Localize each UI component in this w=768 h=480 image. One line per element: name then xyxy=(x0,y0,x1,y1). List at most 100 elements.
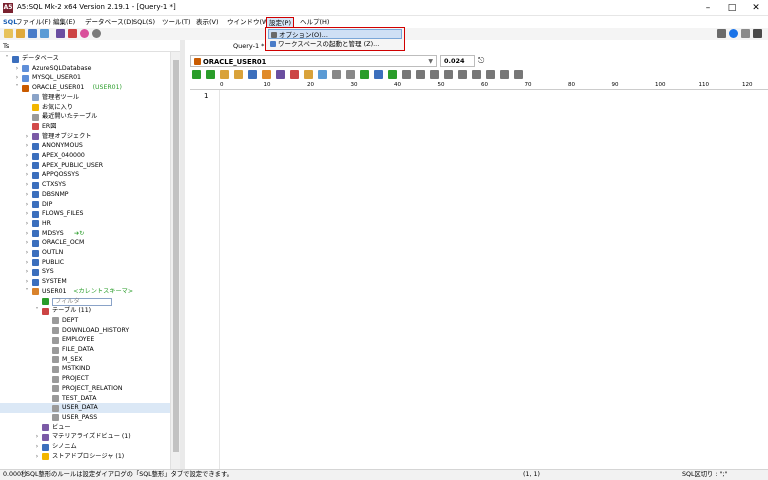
tree-item[interactable]: › ORACLE_OCM xyxy=(0,238,170,248)
tree-item[interactable]: PROJECT_RELATION xyxy=(0,384,170,394)
filter-input[interactable]: フィルタ xyxy=(52,297,112,306)
menu-edit[interactable]: 編集(E) xyxy=(51,17,77,28)
tree-item[interactable]: DEPT xyxy=(0,316,170,326)
connect-icon[interactable] xyxy=(56,29,65,38)
chevron-right-icon[interactable]: › xyxy=(24,238,30,248)
tree-item[interactable]: FILE_DATA xyxy=(0,345,170,355)
menu-view[interactable]: 表示(V) xyxy=(194,17,221,28)
chevron-right-icon[interactable]: › xyxy=(24,151,30,161)
tree-item[interactable]: › シノニム xyxy=(0,442,170,452)
save-icon[interactable] xyxy=(28,29,37,38)
tree-item[interactable]: › PUBLIC xyxy=(0,258,170,268)
chevron-right-icon[interactable]: › xyxy=(24,258,30,268)
minimize-button[interactable]: – xyxy=(696,0,720,16)
menu-tools[interactable]: ツール(T) xyxy=(160,17,193,28)
menu-sql[interactable]: SQL(S) xyxy=(131,17,157,28)
stop-icon[interactable] xyxy=(234,70,243,79)
chevron-right-icon[interactable]: › xyxy=(24,219,30,229)
record-icon[interactable] xyxy=(80,29,89,38)
redo-icon[interactable] xyxy=(346,70,355,79)
chevron-right-icon[interactable]: › xyxy=(24,229,30,239)
settings-icon[interactable] xyxy=(92,29,101,38)
tree-item[interactable]: › マテリアライズドビュー (1) xyxy=(0,432,170,442)
chevron-down-icon[interactable]: ˅ xyxy=(14,83,20,93)
tree-item[interactable]: 最近開いたテーブル xyxy=(0,112,170,122)
copy-icon[interactable] xyxy=(40,29,49,38)
refresh-icon[interactable]: ➔↻ xyxy=(74,229,84,239)
tree-item[interactable]: お気に入り xyxy=(0,103,170,113)
chevron-down-icon[interactable]: ˅ xyxy=(24,287,30,297)
align-left-icon[interactable] xyxy=(402,70,411,79)
align-icon[interactable] xyxy=(416,70,425,79)
tree-item[interactable]: › APEX_PUBLIC_USER xyxy=(0,161,170,171)
tree-item[interactable]: EMPLOYEE xyxy=(0,335,170,345)
tree-item[interactable]: › APEX_040000 xyxy=(0,151,170,161)
chevron-right-icon[interactable]: › xyxy=(24,200,30,210)
new-icon[interactable] xyxy=(4,29,13,38)
tree-item[interactable]: › ストアドプロシージャ (1) xyxy=(0,452,170,462)
commit-icon[interactable] xyxy=(276,70,285,79)
run-dropdown-icon[interactable] xyxy=(206,70,215,79)
tree-item[interactable]: › AzureSQLDatabase xyxy=(0,64,170,74)
chevron-down-icon[interactable]: ˅ xyxy=(34,306,40,316)
tree-item[interactable]: フィルタ xyxy=(0,297,170,307)
tree-item[interactable]: TEST_DATA xyxy=(0,394,170,404)
tree-item[interactable]: MSTKIND xyxy=(0,364,170,374)
chevron-right-icon[interactable]: › xyxy=(24,180,30,190)
chevron-right-icon[interactable]: › xyxy=(24,141,30,151)
tree-item[interactable]: M_SEX xyxy=(0,355,170,365)
splitter[interactable] xyxy=(180,40,185,469)
sidebar-toggle-icon[interactable] xyxy=(741,29,750,38)
step-icon[interactable] xyxy=(220,70,229,79)
chevron-right-icon[interactable]: › xyxy=(24,190,30,200)
upper-icon[interactable] xyxy=(486,70,495,79)
indent-icon[interactable] xyxy=(430,70,439,79)
help-icon[interactable] xyxy=(729,29,738,38)
tree-scrollbar[interactable] xyxy=(170,52,180,469)
chevron-right-icon[interactable]: › xyxy=(24,248,30,258)
replace-icon[interactable] xyxy=(374,70,383,79)
format-icon[interactable] xyxy=(388,70,397,79)
layout-icon[interactable] xyxy=(717,29,726,38)
close-button[interactable]: ✕ xyxy=(744,0,768,16)
tree-item[interactable]: › APPQOSSYS xyxy=(0,170,170,180)
paste-icon[interactable] xyxy=(318,70,327,79)
tree-item[interactable]: › SYSTEM xyxy=(0,277,170,287)
comment-icon[interactable] xyxy=(458,70,467,79)
tree-item[interactable]: ER図 xyxy=(0,122,170,132)
menu-item-workspace[interactable]: ワークスペースの起動と管理 (Z)... xyxy=(268,39,402,49)
menu-database[interactable]: データベース(D) xyxy=(83,17,136,28)
tree-item[interactable]: ˅ USER01 <カレントスキーマ> xyxy=(0,287,170,297)
explain-icon[interactable] xyxy=(248,70,257,79)
chevron-right-icon[interactable]: › xyxy=(34,442,40,452)
uncomment-icon[interactable] xyxy=(472,70,481,79)
lower-icon[interactable] xyxy=(500,70,509,79)
chevron-right-icon[interactable]: › xyxy=(34,452,40,462)
tree-item[interactable]: › CTXSYS xyxy=(0,180,170,190)
chevron-right-icon[interactable]: › xyxy=(24,132,30,142)
chevron-right-icon[interactable]: › xyxy=(24,267,30,277)
tree-item[interactable]: › 管理オブジェクト xyxy=(0,132,170,142)
tree-item[interactable]: USER_PASS xyxy=(0,413,170,423)
close-panel-icon[interactable] xyxy=(753,29,762,38)
chevron-right-icon[interactable]: › xyxy=(24,161,30,171)
tree-scrollbar-thumb[interactable] xyxy=(173,60,179,452)
tree-item[interactable]: › SYS xyxy=(0,267,170,277)
menu-item-options[interactable]: オプション(O)... xyxy=(268,29,402,39)
tree-item[interactable]: › FLOWS_FILES xyxy=(0,209,170,219)
tree-item[interactable]: USER_DATA xyxy=(0,403,170,413)
disconnect-icon[interactable] xyxy=(68,29,77,38)
chevron-down-icon[interactable]: ˅ xyxy=(4,54,10,64)
chevron-right-icon[interactable]: › xyxy=(34,432,40,442)
rollback-icon[interactable] xyxy=(290,70,299,79)
sql-editor[interactable] xyxy=(221,90,768,469)
chevron-right-icon[interactable]: › xyxy=(14,64,20,74)
chevron-right-icon[interactable]: › xyxy=(14,73,20,83)
tree-item[interactable]: › MDSYS ➔↻ xyxy=(0,229,170,239)
tree-item[interactable]: ˅ データベース xyxy=(0,54,170,64)
undo-icon[interactable] xyxy=(332,70,341,79)
plan-icon[interactable] xyxy=(262,70,271,79)
tree-item[interactable]: 管理者ツール xyxy=(0,93,170,103)
cut-icon[interactable] xyxy=(304,70,313,79)
tree-item[interactable]: DOWNLOAD_HISTORY xyxy=(0,326,170,336)
